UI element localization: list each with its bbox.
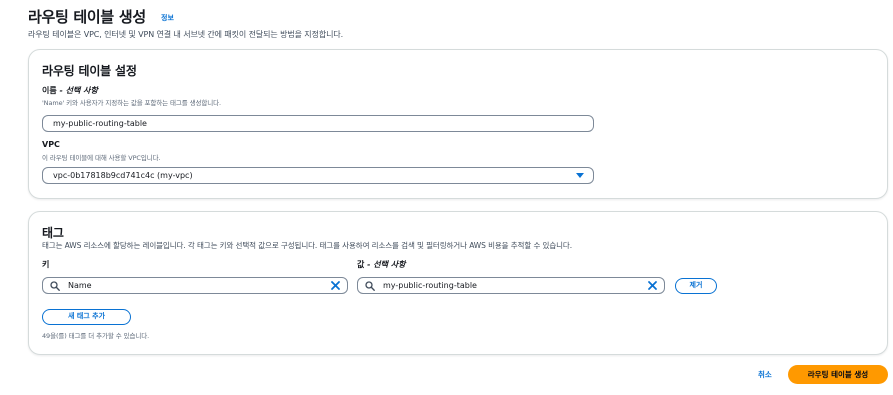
vpc-select-value: vpc-0b17818b9cd741c4c (my-vpc)	[53, 171, 193, 180]
vpc-field-label: VPC	[42, 140, 60, 149]
name-optional-text: - 선택 사항	[56, 86, 98, 95]
clear-icon[interactable]	[647, 280, 658, 291]
search-icon	[50, 281, 60, 291]
vpc-select[interactable]: vpc-0b17818b9cd741c4c (my-vpc)	[42, 167, 594, 184]
tag-value-value: my-public-routing-table	[383, 281, 477, 290]
tag-value-label: 값 - 선택 사항	[357, 259, 406, 270]
tag-key-input[interactable]: Name	[42, 277, 348, 294]
clear-icon[interactable]	[330, 280, 341, 291]
tag-value-input[interactable]: my-public-routing-table	[357, 277, 665, 294]
page-title: 라우팅 테이블 생성	[28, 8, 146, 26]
tags-section-title: 태그	[42, 226, 64, 240]
name-input[interactable]: my-public-routing-table	[42, 115, 594, 132]
tags-panel: 태그 태그는 AWS 리소스에 할당하는 레이블입니다. 각 태그는 키와 선택…	[28, 211, 888, 355]
settings-section-title: 라우팅 테이블 설정	[42, 64, 137, 78]
tag-key-value: Name	[68, 281, 92, 290]
dropdown-arrow-icon	[576, 173, 584, 178]
cancel-button[interactable]: 취소	[758, 369, 772, 380]
tags-description: 태그는 AWS 리소스에 할당하는 레이블입니다. 각 태그는 키와 선택적 값…	[42, 241, 573, 250]
tag-limit-text: 49을(를) 태그를 더 추가할 수 있습니다.	[42, 332, 150, 340]
route-table-settings-panel: 라우팅 테이블 설정 이름 - 선택 사항 'Name' 키와 사용자가 지정하…	[28, 49, 888, 199]
tag-key-label: 키	[42, 260, 50, 269]
search-icon	[365, 281, 375, 291]
name-field-label: 이름 - 선택 사항	[42, 85, 98, 96]
name-field-description: 'Name' 키와 사용자가 지정하는 값을 포함하는 태그를 생성합니다.	[42, 99, 221, 107]
info-link[interactable]: 정보	[161, 13, 174, 23]
tag-value-optional-text: - 선택 사항	[364, 260, 406, 269]
vpc-field-description: 이 라우팅 테이블에 대해 사용할 VPC입니다.	[42, 154, 161, 162]
remove-tag-button[interactable]: 제거	[675, 278, 717, 294]
name-input-value: my-public-routing-table	[53, 119, 147, 128]
add-tag-button[interactable]: 새 태그 추가	[42, 309, 131, 325]
page-description: 라우팅 테이블은 VPC, 인터넷 및 VPN 연결 내 서브넷 간에 패킷이 …	[28, 30, 344, 39]
name-label-text: 이름	[42, 86, 57, 95]
create-route-table-button[interactable]: 라우팅 테이블 생성	[788, 365, 888, 384]
